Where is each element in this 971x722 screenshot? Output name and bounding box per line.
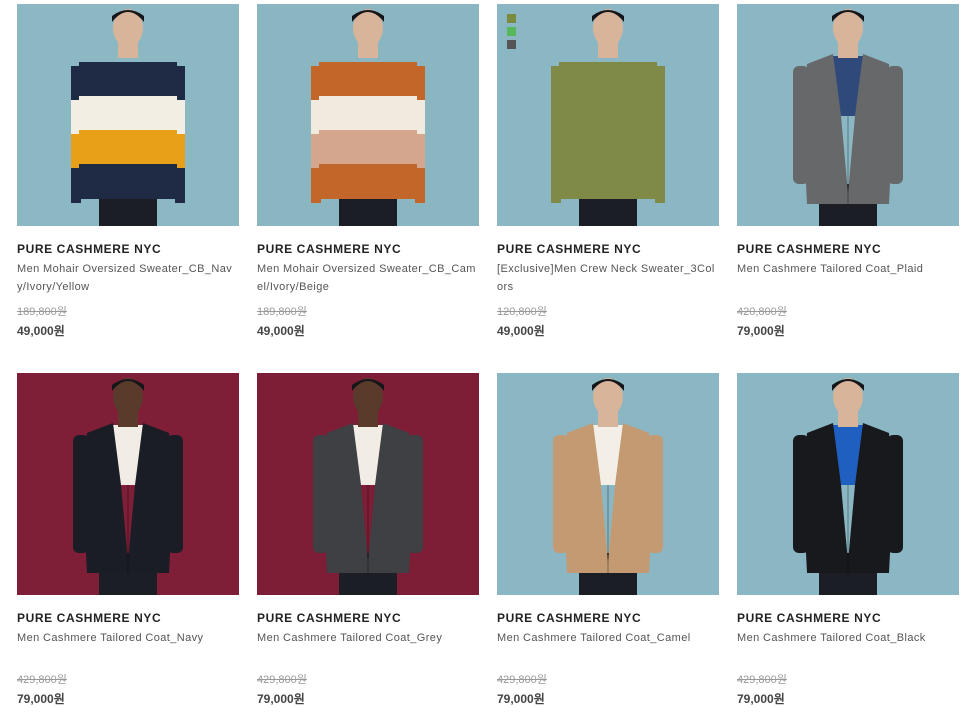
product-name[interactable]: Men Cashmere Tailored Coat_Grey	[257, 629, 481, 647]
model-figure	[257, 4, 479, 226]
model-figure	[17, 4, 239, 226]
color-swatches	[507, 14, 519, 53]
coat-sleeve-left	[793, 435, 809, 553]
sweater-sleeve-right	[655, 100, 665, 135]
original-price: 420,800원	[737, 306, 787, 318]
product-photo[interactable]	[497, 373, 719, 595]
color-swatch[interactable]	[507, 27, 516, 36]
model-figure	[737, 373, 959, 595]
coat-sleeve-right	[407, 435, 423, 553]
sale-price: 79,000원	[497, 692, 545, 706]
coat-sleeve-right	[887, 66, 903, 184]
sweater-sleeve-right	[175, 66, 185, 101]
model-figure	[257, 373, 479, 595]
sweater-sleeve-right	[415, 134, 425, 169]
product-photo[interactable]	[737, 373, 959, 595]
sale-price: 79,000원	[737, 324, 785, 338]
product-photo[interactable]	[257, 373, 479, 595]
sweater-stripe	[319, 130, 417, 165]
sale-price: 49,000원	[257, 324, 305, 338]
original-price: 189,800원	[17, 306, 67, 318]
product-brand: PURE CASHMERE NYC	[17, 611, 162, 625]
sale-price: 49,000원	[17, 324, 65, 338]
sweater-stripe	[319, 164, 417, 199]
model-figure	[17, 373, 239, 595]
sweater-sleeve-right	[655, 168, 665, 203]
product-brand: PURE CASHMERE NYC	[497, 611, 642, 625]
product-name[interactable]: Men Cashmere Tailored Coat_Plaid	[737, 260, 961, 278]
product-brand: PURE CASHMERE NYC	[17, 242, 162, 256]
sale-price: 49,000원	[497, 324, 545, 338]
sale-price: 79,000원	[737, 692, 785, 706]
sweater-sleeve-right	[175, 100, 185, 135]
sweater-stripe	[79, 62, 177, 97]
product-brand: PURE CASHMERE NYC	[737, 611, 882, 625]
original-price: 189,800원	[257, 306, 307, 318]
sale-price: 79,000원	[257, 692, 305, 706]
product-photo[interactable]	[497, 4, 719, 226]
sweater-sleeve-right	[655, 66, 665, 101]
coat-sleeve-right	[647, 435, 663, 553]
product-name[interactable]: Men Cashmere Tailored Coat_Black	[737, 629, 961, 647]
product-name[interactable]: Men Cashmere Tailored Coat_Navy	[17, 629, 241, 647]
product-photo[interactable]	[17, 4, 239, 226]
sweater-sleeve-right	[175, 134, 185, 169]
product-name[interactable]: [Exclusive]Men Crew Neck Sweater_3Colors	[497, 260, 721, 296]
product-photo[interactable]	[17, 373, 239, 595]
sweater-sleeve-right	[655, 134, 665, 169]
sweater-stripe	[79, 96, 177, 131]
original-price: 429,800원	[257, 674, 307, 686]
product-name[interactable]: Men Mohair Oversized Sweater_CB_Camel/Iv…	[257, 260, 481, 296]
coat-sleeve-left	[313, 435, 329, 553]
sweater-stripe	[559, 96, 657, 131]
product-grid: PURE CASHMERE NYC Men Mohair Oversized S…	[0, 0, 971, 722]
sweater-sleeve-right	[415, 168, 425, 203]
original-price: 429,800원	[497, 674, 547, 686]
sweater-stripe	[319, 96, 417, 131]
coat-sleeve-right	[167, 435, 183, 553]
coat-sleeve-left	[73, 435, 89, 553]
product-brand: PURE CASHMERE NYC	[257, 242, 402, 256]
model-figure	[737, 4, 959, 226]
sale-price: 79,000원	[17, 692, 65, 706]
coat-sleeve-left	[553, 435, 569, 553]
color-swatch[interactable]	[507, 14, 516, 23]
sweater-stripe	[79, 164, 177, 199]
color-swatch[interactable]	[507, 40, 516, 49]
coat-sleeve-left	[793, 66, 809, 184]
sweater-stripe	[559, 164, 657, 199]
sweater-sleeve-right	[415, 100, 425, 135]
product-brand: PURE CASHMERE NYC	[737, 242, 882, 256]
sweater-sleeve-right	[175, 168, 185, 203]
coat-sleeve-right	[887, 435, 903, 553]
sweater-sleeve-right	[415, 66, 425, 101]
sweater-stripe	[319, 62, 417, 97]
original-price: 429,800원	[17, 674, 67, 686]
original-price: 429,800원	[737, 674, 787, 686]
sweater-stripe	[79, 130, 177, 165]
product-name[interactable]: Men Cashmere Tailored Coat_Camel	[497, 629, 721, 647]
product-photo[interactable]	[737, 4, 959, 226]
original-price: 120,800원	[497, 306, 547, 318]
product-brand: PURE CASHMERE NYC	[497, 242, 642, 256]
sweater-stripe	[559, 62, 657, 97]
model-figure	[497, 373, 719, 595]
model-figure	[497, 4, 719, 226]
product-brand: PURE CASHMERE NYC	[257, 611, 402, 625]
sweater-stripe	[559, 130, 657, 165]
product-name[interactable]: Men Mohair Oversized Sweater_CB_Navy/Ivo…	[17, 260, 241, 296]
product-photo[interactable]	[257, 4, 479, 226]
